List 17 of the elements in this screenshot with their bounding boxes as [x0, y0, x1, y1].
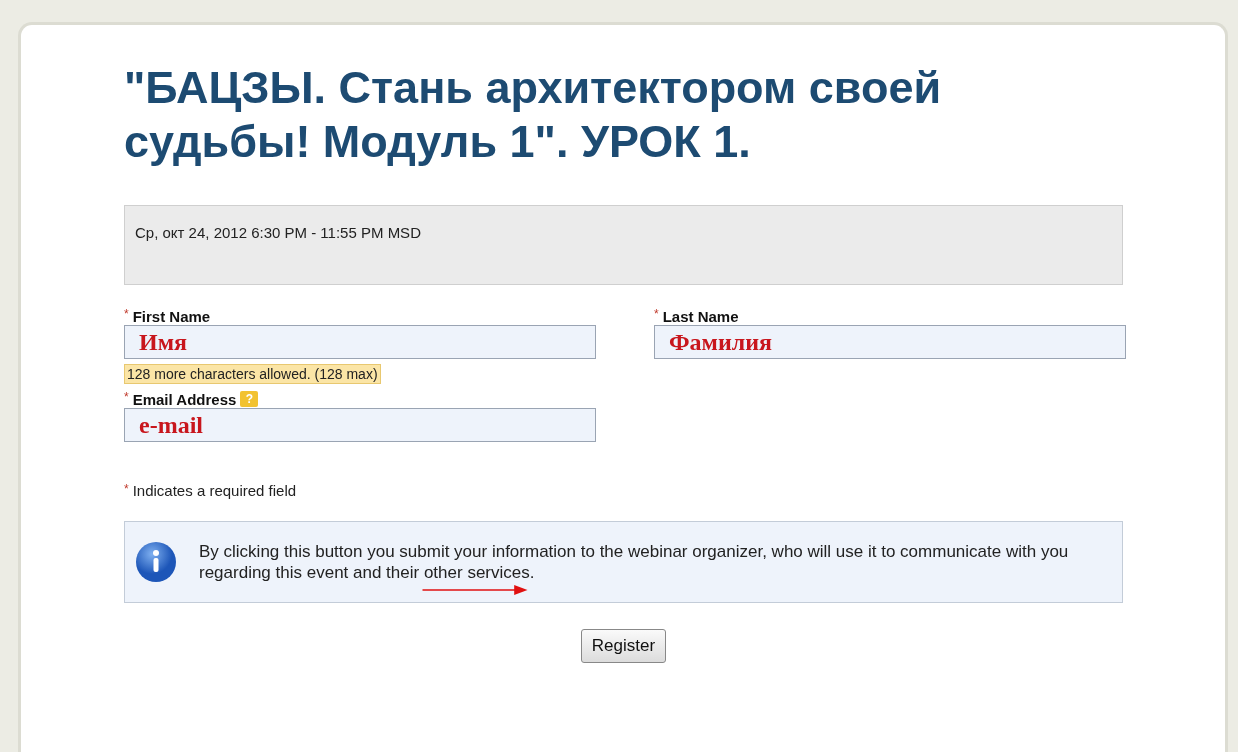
text-field[interactable]: Имя	[124, 325, 596, 359]
register-button[interactable]: Register	[580, 629, 667, 663]
required-asterisk: *	[654, 307, 659, 321]
required-note: Indicates a required field	[132, 482, 297, 499]
text-field[interactable]: e-mail	[124, 408, 596, 442]
text-field[interactable]: Фамилия	[654, 325, 1126, 359]
field-label: First Name	[132, 307, 211, 325]
field-label: Email Address	[132, 390, 237, 408]
required-asterisk: *	[124, 482, 129, 496]
character-count-tooltip: 128 more characters allowed. (128 max)	[124, 364, 381, 384]
required-asterisk: *	[124, 390, 129, 404]
disclaimer-text: By clicking this button you submit your information to the webinar organizer, who will use it to communicate with you regarding this event and their other services.	[199, 541, 1070, 583]
webinar-title: "БАЦЗЫ. Стань архитектором своей судьбы! Модуль 1". УРОК 1.	[124, 61, 943, 169]
required-asterisk: *	[124, 307, 129, 321]
schedule-text: Ср, окт 24, 2012 6:30 PM - 11:55 PM MSD	[124, 205, 1123, 285]
info-icon	[135, 541, 177, 583]
field-label: Last Name	[662, 307, 739, 325]
